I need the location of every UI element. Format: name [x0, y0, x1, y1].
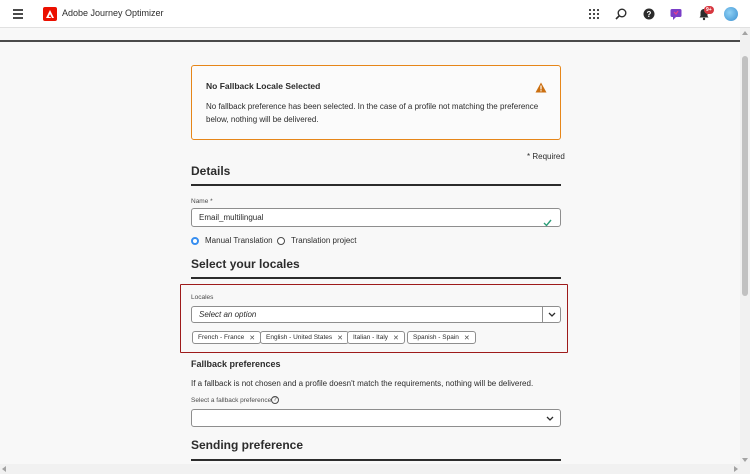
locale-tag-label: Spanish - Spain: [413, 334, 459, 341]
remove-tag-icon[interactable]: ✕: [249, 334, 255, 342]
scroll-thumb[interactable]: [742, 56, 748, 296]
alert-text: No fallback preference has been selected…: [206, 102, 539, 124]
locale-tag-label: Italian - Italy: [353, 334, 389, 341]
fallback-heading: Fallback preferences: [191, 359, 281, 369]
checkmark-icon: [543, 214, 552, 232]
app-title: Adobe Journey Optimizer: [62, 8, 164, 18]
divider: [0, 40, 740, 42]
help-circle-icon[interactable]: ?: [271, 396, 279, 404]
horizontal-scrollbar[interactable]: [0, 464, 740, 474]
section-rule: [191, 277, 561, 279]
remove-tag-icon[interactable]: ✕: [393, 334, 399, 342]
scroll-down-icon[interactable]: [742, 458, 748, 462]
help-icon[interactable]: ?: [642, 7, 656, 21]
name-value: Email_multilingual: [199, 213, 264, 222]
locales-label: Locales: [191, 294, 214, 301]
locale-tag-label: English - United States: [266, 334, 333, 341]
name-label-text: Name: [191, 198, 209, 205]
name-label: Name *: [191, 198, 213, 205]
remove-tag-icon[interactable]: ✕: [337, 334, 343, 342]
required-marker: *: [210, 198, 213, 205]
locale-tag[interactable]: French - France ✕: [192, 331, 262, 344]
remove-tag-icon[interactable]: ✕: [464, 334, 470, 342]
radio-project-label: Translation project: [291, 236, 357, 245]
avatar[interactable]: [724, 7, 738, 21]
fallback-alert: No Fallback Locale Selected No fallback …: [191, 65, 561, 140]
locale-tag[interactable]: Italian - Italy ✕: [347, 331, 405, 344]
locale-tag-label: French - France: [198, 334, 245, 341]
required-note: * Required: [527, 152, 565, 161]
warning-icon: [535, 80, 547, 98]
radio-selected-icon[interactable]: [191, 236, 199, 245]
section-rule: [191, 459, 561, 461]
locales-dropdown-button[interactable]: [542, 307, 560, 322]
apps-grid-icon[interactable]: [587, 7, 601, 21]
locales-placeholder: Select an option: [199, 310, 257, 319]
section-rule: [191, 184, 561, 186]
name-field[interactable]: Email_multilingual: [191, 208, 561, 227]
radio-translation-project[interactable]: Translation project: [277, 236, 357, 245]
alert-title: No Fallback Locale Selected: [206, 81, 321, 91]
fallback-select[interactable]: [191, 409, 561, 427]
locale-tag[interactable]: Spanish - Spain ✕: [407, 331, 476, 344]
vertical-scrollbar[interactable]: [740, 28, 750, 474]
radio-manual-translation[interactable]: Manual Translation: [191, 236, 273, 245]
locales-heading: Select your locales: [191, 257, 300, 271]
chevron-down-icon: [546, 416, 554, 421]
feedback-icon[interactable]: [669, 7, 683, 21]
top-bar: Adobe Journey Optimizer ? 9+: [0, 0, 750, 28]
radio-manual-label: Manual Translation: [205, 236, 273, 245]
search-icon[interactable]: [614, 7, 628, 21]
locales-select[interactable]: Select an option: [191, 306, 561, 323]
notification-badge: 9+: [704, 6, 714, 14]
scroll-up-icon[interactable]: [742, 31, 748, 35]
scroll-left-icon[interactable]: [2, 466, 6, 472]
svg-text:?: ?: [647, 10, 652, 19]
sending-heading: Sending preference: [191, 438, 304, 452]
scroll-right-icon[interactable]: [734, 466, 738, 472]
locale-tag[interactable]: English - United States ✕: [260, 331, 349, 344]
details-heading: Details: [191, 164, 231, 178]
fallback-description: If a fallback is not chosen and a profil…: [191, 379, 534, 388]
menu-icon[interactable]: [13, 9, 23, 19]
radio-unselected-icon[interactable]: [277, 236, 285, 245]
fallback-label: Select a fallback preference: [191, 397, 272, 404]
adobe-logo-icon: [43, 7, 57, 21]
